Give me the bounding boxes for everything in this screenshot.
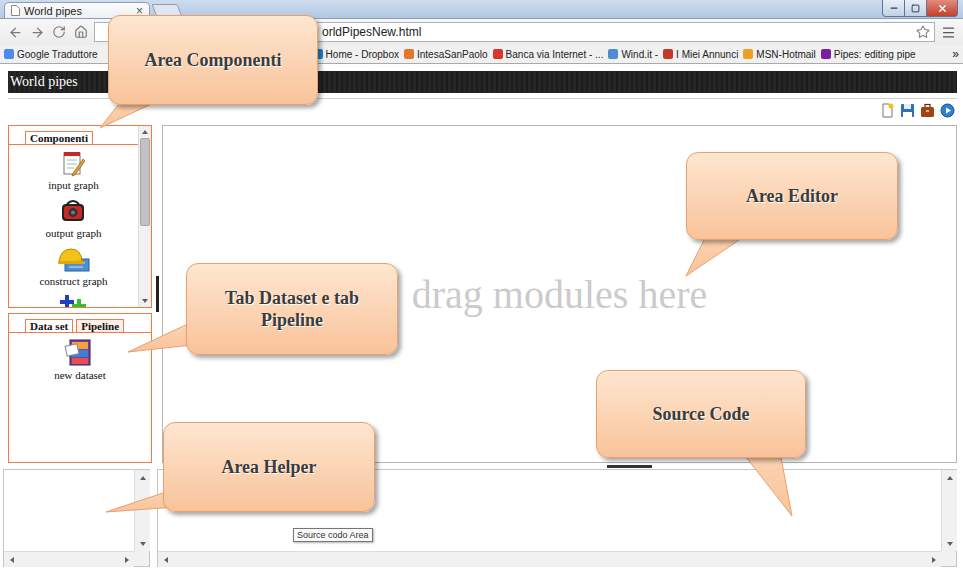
callout: Area Componenti bbox=[108, 15, 318, 105]
scroll-thumb[interactable] bbox=[140, 138, 150, 226]
radio-icon bbox=[59, 197, 87, 225]
save-icon[interactable] bbox=[900, 103, 915, 118]
source-code-area[interactable]: Source codo Area bbox=[157, 469, 957, 567]
menu-button[interactable] bbox=[939, 23, 957, 41]
scroll-up-icon[interactable] bbox=[141, 128, 149, 136]
notepad-icon bbox=[59, 149, 87, 177]
bookmark[interactable]: IntesaSanPaolo bbox=[404, 49, 488, 60]
play-icon[interactable] bbox=[940, 103, 955, 118]
back-button[interactable] bbox=[6, 23, 24, 41]
callout: Area Helper bbox=[163, 422, 375, 512]
horizontal-scrollbar[interactable] bbox=[4, 551, 134, 567]
scroll-right-icon[interactable] bbox=[930, 556, 938, 564]
url-text: orldPipesNew.html bbox=[322, 25, 916, 39]
component-item[interactable]: construct graph bbox=[39, 245, 107, 287]
horizontal-splitter[interactable] bbox=[607, 465, 652, 468]
vertical-scrollbar[interactable] bbox=[134, 470, 150, 551]
dataset-item[interactable]: new dataset bbox=[54, 337, 106, 381]
reload-icon bbox=[52, 25, 66, 39]
back-icon bbox=[8, 25, 23, 40]
bookmark[interactable]: Google Traduttore bbox=[4, 49, 98, 60]
home-button[interactable] bbox=[72, 23, 90, 41]
vertical-scrollbar[interactable] bbox=[941, 470, 957, 551]
scroll-right-icon[interactable] bbox=[123, 556, 131, 564]
scroll-left-icon[interactable] bbox=[162, 556, 170, 564]
favicon-icon bbox=[743, 49, 753, 59]
tab-close[interactable]: × bbox=[136, 4, 143, 18]
puzzle-icon bbox=[59, 293, 89, 307]
bookmark[interactable]: Wind.it - bbox=[608, 49, 658, 60]
tab-title: World pipes bbox=[24, 5, 132, 17]
window-controls bbox=[883, 0, 958, 17]
minimize-icon bbox=[889, 3, 899, 13]
scroll-down-icon[interactable] bbox=[141, 297, 149, 305]
bookmark[interactable]: I Miei Annunci bbox=[663, 49, 738, 60]
component-item[interactable]: output graph bbox=[46, 197, 102, 239]
new-tab-button[interactable] bbox=[151, 4, 182, 17]
star-icon[interactable] bbox=[916, 25, 930, 39]
panel-tab[interactable]: Pipeline bbox=[76, 319, 124, 332]
favicon-icon bbox=[821, 49, 831, 59]
more-bookmarks[interactable]: » bbox=[952, 47, 959, 61]
maximize-button[interactable] bbox=[904, 0, 927, 17]
favicon-icon bbox=[4, 49, 14, 59]
app-header: World pipes bbox=[8, 71, 957, 93]
browser-window: World pipes × orldPipesNew.html Google Trad… bbox=[0, 0, 963, 572]
toolbar bbox=[8, 99, 957, 121]
maximize-icon bbox=[911, 4, 920, 13]
vertical-scrollbar[interactable] bbox=[138, 126, 151, 307]
favicon-icon bbox=[608, 49, 618, 59]
callout: Source Code bbox=[596, 370, 806, 458]
reload-button[interactable] bbox=[50, 23, 68, 41]
close-button[interactable] bbox=[926, 0, 958, 17]
panel-tab[interactable]: Data set bbox=[25, 319, 73, 332]
tab-strip: World pipes × bbox=[0, 0, 963, 18]
scroll-down-icon[interactable] bbox=[139, 540, 147, 548]
scroll-up-icon[interactable] bbox=[946, 474, 954, 482]
cabinet-icon bbox=[64, 337, 96, 367]
helper-area[interactable] bbox=[3, 469, 150, 567]
favicon-icon bbox=[313, 49, 323, 59]
tooltip: Source codo Area bbox=[293, 528, 373, 542]
address-row: orldPipesNew.html bbox=[0, 18, 963, 45]
horizontal-scrollbar[interactable] bbox=[158, 551, 941, 567]
bookmarks-bar: Google Traduttore Home - Dropbox IntesaSan… bbox=[0, 45, 963, 64]
bookmark[interactable]: Banca via Internet - ... bbox=[493, 49, 604, 60]
menu-icon bbox=[941, 25, 956, 40]
vertical-splitter[interactable] bbox=[156, 276, 159, 312]
hardhat-icon bbox=[57, 245, 91, 273]
new-icon[interactable] bbox=[880, 103, 895, 118]
bookmark[interactable]: Pipes: editing pipe bbox=[821, 49, 916, 60]
home-icon bbox=[74, 25, 88, 39]
scroll-down-icon[interactable] bbox=[946, 540, 954, 548]
scroll-up-icon[interactable] bbox=[139, 474, 147, 482]
browser-tab[interactable]: World pipes × bbox=[4, 2, 150, 18]
bookmark[interactable]: Home - Dropbox bbox=[313, 49, 399, 60]
callout: Tab Dataset e tab Pipeline bbox=[186, 263, 398, 355]
forward-icon bbox=[30, 25, 45, 40]
component-item[interactable]: input graph bbox=[48, 149, 98, 191]
callout: Area Editor bbox=[686, 152, 898, 240]
component-item[interactable] bbox=[59, 293, 89, 307]
editor-placeholder: drag modules here bbox=[412, 271, 707, 318]
favicon-icon bbox=[663, 49, 673, 59]
bookmark[interactable]: MSN-Hotmail bbox=[743, 49, 815, 60]
editor-area[interactable]: drag modules here bbox=[162, 125, 957, 463]
scroll-left-icon[interactable] bbox=[8, 556, 16, 564]
annotations: Area Componenti Area Editor Tab Dataset e … bbox=[0, 0, 963, 572]
forward-button[interactable] bbox=[28, 23, 46, 41]
briefcase-icon[interactable] bbox=[920, 103, 935, 118]
panel-tab[interactable]: Componenti bbox=[25, 131, 93, 144]
page: World pipes Componenti input graph output g… bbox=[0, 64, 963, 572]
favicon-icon bbox=[493, 49, 503, 59]
components-panel: Componenti input graph output graph constru… bbox=[8, 125, 152, 308]
minimize-button[interactable] bbox=[882, 0, 905, 17]
callout-tails bbox=[0, 0, 963, 572]
dataset-panel: Data setPipeline new dataset bbox=[8, 313, 152, 463]
page-icon bbox=[11, 5, 20, 16]
close-icon bbox=[937, 3, 948, 14]
favicon-icon bbox=[404, 49, 414, 59]
address-bar[interactable]: orldPipesNew.html bbox=[94, 22, 935, 42]
